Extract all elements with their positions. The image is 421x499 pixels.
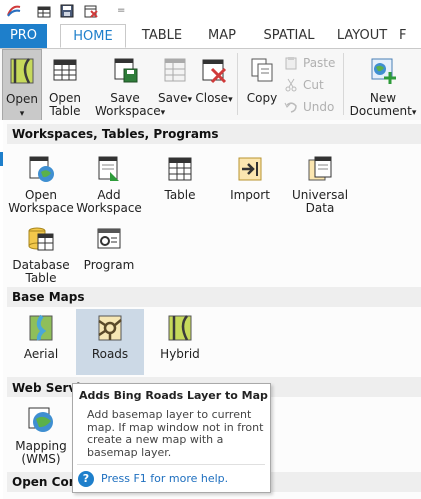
tooltip-body: Add basemap layer to current map. If map… — [87, 408, 264, 459]
item-label: Add — [97, 188, 121, 202]
close-icon[interactable] — [83, 3, 99, 19]
save-workspace-label-2: Workspace — [95, 104, 161, 118]
item-label: Program — [83, 258, 135, 272]
ribbon-tabs: PRO HOME TABLE MAP SPATIAL LAYOUT F — [0, 24, 421, 49]
cut-label: Cut — [303, 78, 324, 92]
save-button[interactable]: Save▾ — [158, 49, 192, 119]
chevron-down-icon: ▾ — [187, 95, 192, 105]
tab-table[interactable]: TABLE — [132, 24, 192, 48]
item-label: Aerial — [23, 347, 59, 361]
copy-label: Copy — [246, 91, 278, 105]
item-label: Hybrid — [160, 347, 200, 361]
paste-label: Paste — [303, 56, 336, 70]
roads-tooltip: Adds Bing Roads Layer to Map Add basemap… — [72, 383, 271, 493]
universal-data-icon — [308, 156, 332, 181]
customize-icon[interactable]: = — [117, 5, 125, 16]
open-table-label-2: Table — [49, 104, 81, 118]
universal-data-item[interactable]: Universal Data — [286, 150, 354, 215]
item-label: Open — [24, 188, 58, 202]
roads-item[interactable]: Roads — [76, 309, 144, 375]
item-label: Data — [305, 201, 335, 215]
chevron-down-icon: ▾ — [19, 109, 25, 119]
tooltip-title: Adds Bing Roads Layer to Map — [79, 389, 268, 402]
selection-marker — [0, 152, 3, 166]
chevron-down-icon: ▾ — [228, 95, 233, 105]
tab-pro[interactable]: PRO — [0, 24, 47, 48]
table-icon — [53, 59, 77, 81]
open-label: Open — [5, 92, 39, 106]
database-table-item[interactable]: Database Table — [7, 220, 75, 285]
table-icon — [168, 157, 192, 181]
close-table-icon — [202, 59, 227, 84]
app-logo-icon[interactable] — [6, 3, 22, 19]
new-document-label-2: Document — [349, 104, 412, 118]
aerial-item[interactable]: Aerial — [7, 309, 75, 375]
item-label: Database — [12, 258, 70, 272]
roads-map-icon — [98, 315, 122, 341]
section-base-maps-title: Base Maps — [12, 290, 85, 304]
hybrid-map-icon — [168, 315, 192, 341]
item-label: Universal — [291, 188, 349, 202]
item-label: (WMS) — [21, 452, 61, 466]
table-item[interactable]: Table — [146, 150, 214, 215]
import-icon — [238, 157, 262, 181]
program-item[interactable]: Program — [75, 220, 143, 285]
undo-icon — [284, 102, 297, 113]
database-table-icon — [28, 227, 54, 251]
tab-spatial[interactable]: SPATIAL — [254, 24, 324, 48]
aerial-map-icon — [29, 314, 53, 341]
import-item[interactable]: Import — [216, 150, 284, 215]
tooltip-divider — [77, 464, 265, 465]
tab-home[interactable]: HOME — [60, 24, 126, 48]
save-icon[interactable] — [59, 3, 75, 19]
save-workspace-label-1: Save — [110, 91, 140, 105]
item-label: Roads — [91, 347, 129, 361]
open-workspace-icon — [29, 156, 54, 182]
new-document-icon — [371, 58, 396, 84]
help-icon: ? — [78, 471, 94, 487]
open-workspace-item[interactable]: Open Workspace — [7, 150, 75, 215]
tooltip-help-text: Press F1 for more help. — [101, 472, 229, 485]
tab-more[interactable]: F — [399, 24, 421, 48]
item-label: Table — [25, 271, 57, 285]
add-workspace-item[interactable]: Add Workspace — [75, 150, 143, 215]
copy-button[interactable]: Copy — [243, 49, 281, 119]
copy-icon — [251, 58, 273, 82]
item-label: Mapping — [15, 439, 67, 453]
new-document-label-1: New — [369, 91, 397, 105]
add-workspace-icon — [98, 156, 119, 181]
save-workspace-icon — [114, 58, 138, 83]
quick-access-toolbar: = — [0, 0, 421, 24]
hybrid-item[interactable]: Hybrid — [146, 309, 214, 375]
item-label: Table — [164, 188, 196, 202]
wms-icon — [28, 407, 53, 432]
ribbon-divider — [343, 53, 344, 115]
chevron-down-icon: ▾ — [411, 108, 417, 118]
program-icon — [97, 228, 121, 249]
open-table-button[interactable]: Open Table — [45, 49, 85, 119]
ribbon-divider — [237, 53, 238, 115]
ribbon: Open ▾ Open Table Save Workspace▾ Save▾ … — [0, 49, 421, 124]
tab-layout[interactable]: LAYOUT — [330, 24, 394, 48]
workspace-icon[interactable] — [36, 3, 52, 19]
undo-label: Undo — [303, 100, 335, 114]
open-button[interactable]: Open ▾ — [2, 49, 42, 124]
close-button[interactable]: Close▾ — [195, 49, 233, 119]
section-workspaces-title: Workspaces, Tables, Programs — [12, 127, 219, 141]
close-label: Close — [195, 91, 229, 105]
item-label: Workspace — [76, 201, 142, 215]
item-label: Workspace — [8, 201, 74, 215]
paste-icon — [285, 57, 297, 70]
open-map-icon — [10, 58, 34, 84]
item-label: Import — [230, 188, 270, 202]
save-table-icon — [164, 58, 186, 82]
mapping-wms-item[interactable]: Mapping (WMS) — [7, 401, 75, 469]
cut-icon — [285, 78, 297, 92]
new-document-button[interactable]: New Document▾ — [348, 49, 418, 119]
save-workspace-button[interactable]: Save Workspace▾ — [95, 49, 165, 119]
save-label: Save — [158, 91, 188, 105]
open-table-label-1: Open — [48, 91, 82, 105]
tab-map[interactable]: MAP — [196, 24, 248, 48]
